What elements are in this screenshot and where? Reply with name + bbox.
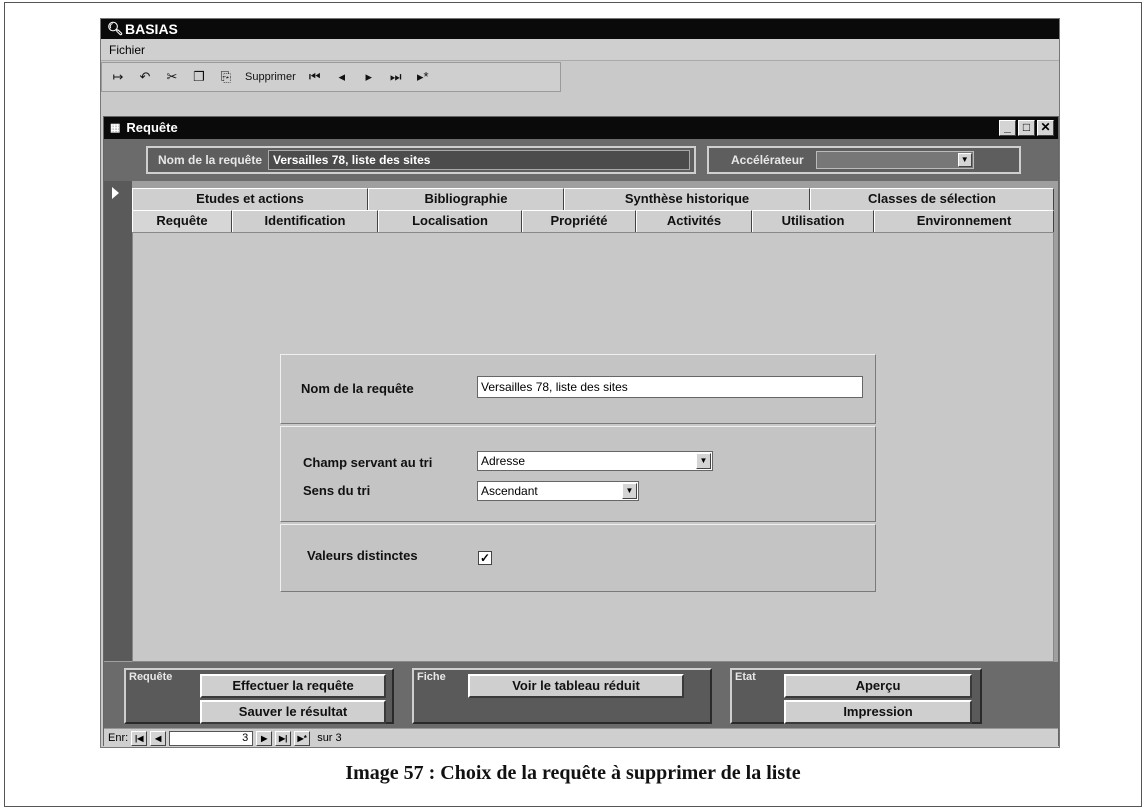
last-record-icon[interactable]: ⏭︎: [388, 69, 404, 85]
save-result-button[interactable]: Sauver le résultat: [200, 700, 386, 724]
delete-button[interactable]: Supprimer: [245, 71, 296, 83]
exit-icon[interactable]: ↦: [110, 69, 126, 85]
run-query-button[interactable]: Effectuer la requête: [200, 674, 386, 698]
figure-caption: Image 57 : Choix de la requête à supprim…: [345, 762, 801, 784]
preview-button[interactable]: Aperçu: [784, 674, 972, 698]
accelerator-select[interactable]: ▼: [815, 151, 974, 169]
tab-propriete[interactable]: Propriété: [522, 210, 636, 232]
copy-icon[interactable]: ❐: [191, 69, 207, 85]
current-record-icon: [112, 187, 119, 199]
requete-group: Requête Effectuer la requête Sauver le r…: [124, 668, 394, 724]
first-record-icon[interactable]: ⏮︎: [307, 69, 323, 85]
sort-order-select[interactable]: Ascendant ▼: [477, 481, 639, 501]
app-window: 🔍︎ BASIAS Fichier ↦ ↶ ✂ ❐ ⎘ Supprimer ⏮︎…: [100, 18, 1060, 748]
accelerator-group: Accélérateur ▼: [707, 146, 1021, 174]
tab-activites[interactable]: Activités: [636, 210, 752, 232]
record-navigation: Enr: |◀ ◀ 3 ▶ ▶| ▶* sur 3: [104, 728, 1058, 747]
last-record-button[interactable]: ▶|: [275, 730, 292, 746]
query-window-title: Requête: [126, 120, 178, 135]
undo-icon[interactable]: ↶: [137, 69, 153, 85]
footer-buttons: Requête Effectuer la requête Sauver le r…: [104, 662, 1058, 728]
toolbar: ↦ ↶ ✂ ❐ ⎘ Supprimer ⏮︎ ◂ ▸ ⏭︎ ▸*: [101, 62, 561, 92]
tab-panel-requete: Nom de la requête Versailles 78, liste d…: [132, 232, 1054, 662]
record-label: Enr:: [108, 732, 129, 744]
query-name-header-value[interactable]: Versailles 78, liste des sites: [268, 150, 690, 170]
query-window-titlebar: ▦ Requête _ □ ✕: [104, 117, 1058, 139]
query-name-header: Nom de la requête Versailles 78, liste d…: [146, 146, 696, 174]
query-window: ▦ Requête _ □ ✕ Nom de la requête Versai…: [103, 116, 1059, 747]
previous-record-icon[interactable]: ◂: [334, 69, 350, 85]
sort-field-value: Adresse: [481, 454, 526, 468]
distinct-values-label: Valeurs distinctes: [307, 548, 418, 563]
paste-icon[interactable]: ⎘: [218, 69, 234, 85]
minimize-button[interactable]: _: [999, 120, 1016, 136]
form-icon: ▦: [110, 122, 121, 134]
distinct-values-checkbox[interactable]: ✓: [478, 551, 492, 565]
query-name-header-label: Nom de la requête: [158, 153, 263, 167]
tab-environnement[interactable]: Environnement: [874, 210, 1054, 232]
accelerator-label: Accélérateur: [731, 153, 804, 167]
tab-localisation[interactable]: Localisation: [378, 210, 522, 232]
chevron-down-icon[interactable]: ▼: [696, 453, 711, 469]
menubar: Fichier: [101, 39, 1059, 61]
close-button[interactable]: ✕: [1037, 120, 1054, 136]
current-record-input[interactable]: 3: [169, 730, 254, 746]
view-table-button[interactable]: Voir le tableau réduit: [468, 674, 684, 698]
tab-utilisation[interactable]: Utilisation: [752, 210, 874, 232]
sort-order-label: Sens du tri: [303, 483, 371, 498]
sort-field-label: Champ servant au tri: [303, 455, 433, 470]
requete-group-label: Requête: [129, 671, 173, 683]
sort-group: Champ servant au tri Adresse ▼ Sens du t…: [280, 426, 876, 522]
next-record-button[interactable]: ▶: [256, 730, 273, 746]
query-name-input[interactable]: Versailles 78, liste des sites: [477, 376, 863, 398]
new-record-button[interactable]: ▶*: [294, 730, 311, 746]
etat-group-label: Etat: [735, 671, 756, 683]
chevron-down-icon[interactable]: ▼: [622, 483, 637, 499]
record-selector[interactable]: [104, 181, 132, 661]
tab-classes[interactable]: Classes de sélection: [810, 188, 1054, 210]
app-title: BASIAS: [125, 21, 178, 37]
print-button[interactable]: Impression: [784, 700, 972, 724]
tab-requete[interactable]: Requête: [132, 210, 232, 232]
etat-group: Etat Aperçu Impression: [730, 668, 982, 724]
new-record-icon[interactable]: ▸*: [415, 69, 431, 85]
first-record-button[interactable]: |◀: [131, 730, 148, 746]
tabs-row-2: Requête Identification Localisation Prop…: [132, 210, 1054, 232]
cut-icon[interactable]: ✂: [164, 69, 180, 85]
chevron-down-icon[interactable]: ▼: [957, 153, 972, 167]
query-name-label: Nom de la requête: [301, 381, 414, 396]
sort-field-select[interactable]: Adresse ▼: [477, 451, 713, 471]
sort-order-value: Ascendant: [481, 484, 538, 498]
app-key-icon: 🔍︎: [107, 21, 124, 36]
header-strip: Nom de la requête Versailles 78, liste d…: [104, 139, 1058, 181]
distinct-group: Valeurs distinctes ✓: [280, 524, 876, 592]
tab-identification[interactable]: Identification: [232, 210, 378, 232]
record-count: sur 3: [317, 732, 342, 744]
maximize-button[interactable]: □: [1018, 120, 1035, 136]
next-record-icon[interactable]: ▸: [361, 69, 377, 85]
tab-synthese[interactable]: Synthèse historique: [564, 188, 810, 210]
tab-etudes[interactable]: Etudes et actions: [132, 188, 368, 210]
tabs-row-1: Etudes et actions Bibliographie Synthèse…: [132, 188, 1054, 210]
menu-fichier[interactable]: Fichier: [109, 43, 145, 57]
query-name-group: Nom de la requête Versailles 78, liste d…: [280, 354, 876, 424]
tab-bibliographie[interactable]: Bibliographie: [368, 188, 564, 210]
fiche-group: Fiche Voir le tableau réduit: [412, 668, 712, 724]
previous-record-button[interactable]: ◀: [150, 730, 167, 746]
app-titlebar: 🔍︎ BASIAS: [101, 19, 1059, 39]
fiche-group-label: Fiche: [417, 671, 446, 683]
